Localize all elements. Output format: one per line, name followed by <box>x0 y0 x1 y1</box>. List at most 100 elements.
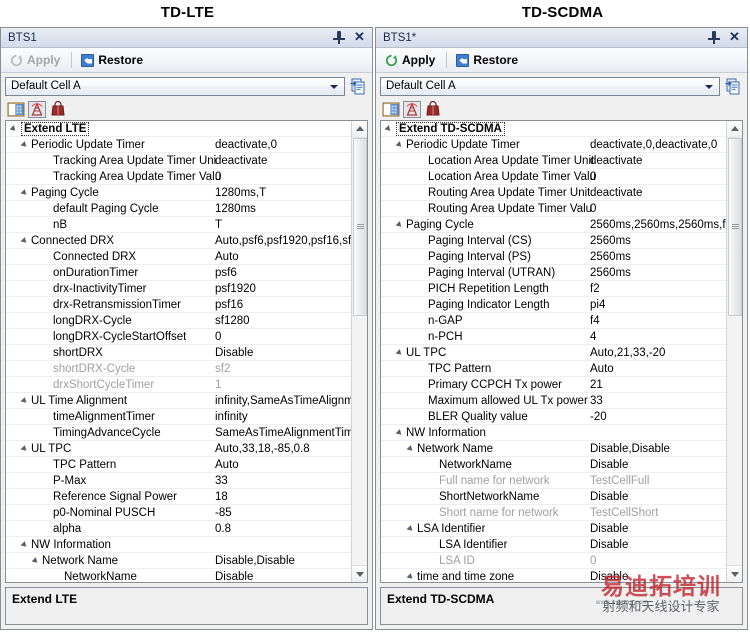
tree-row[interactable]: shortDRX-Cycle sf2 <box>6 361 351 377</box>
tree-row[interactable]: BLER Quality value -20 <box>381 409 726 425</box>
expand-collapse-icon[interactable] <box>31 553 42 569</box>
expand-collapse-icon[interactable] <box>20 537 31 553</box>
bag-icon[interactable] <box>424 100 442 118</box>
close-icon[interactable]: ✕ <box>729 30 741 44</box>
tree-row[interactable]: Paging Cycle 1280ms,T <box>6 185 351 201</box>
tree-row[interactable]: Connected DRX Auto <box>6 249 351 265</box>
grid-icon[interactable] <box>7 101 25 118</box>
pin-icon[interactable] <box>708 31 720 44</box>
tree-row[interactable]: Primary CCPCH Tx power 21 <box>381 377 726 393</box>
tree-row[interactable]: Full name for network TestCellFull <box>381 473 726 489</box>
tree-row[interactable]: ShortNetworkName Disable <box>381 489 726 505</box>
expand-collapse-icon[interactable] <box>20 185 31 201</box>
copy-settings-icon[interactable] <box>349 77 368 96</box>
tree-row[interactable]: Tracking Area Update Timer Valu 0 <box>6 169 351 185</box>
tree-row[interactable]: Paging Cycle 2560ms,2560ms,2560ms,f2,pi4 <box>381 217 726 233</box>
tree-row[interactable]: TimingAdvanceCycle SameAsTimeAlignmentTim… <box>6 425 351 441</box>
property-tree-left[interactable]: Extend LTE Periodic Update Timer deactivat… <box>6 121 351 582</box>
tree-row[interactable]: Extend TD-SCDMA <box>381 121 726 137</box>
tree-row[interactable]: drx-InactivityTimer psf1920 <box>6 281 351 297</box>
tree-row[interactable]: p0-Nominal PUSCH -85 <box>6 505 351 521</box>
tree-row[interactable]: TPC Pattern Auto <box>381 361 726 377</box>
expand-collapse-icon[interactable] <box>395 345 406 361</box>
tree-row[interactable]: Connected DRX Auto,psf6,psf1920,psf16,sf1… <box>6 233 351 249</box>
tree-row[interactable]: Paging Interval (CS) 2560ms <box>381 233 726 249</box>
tree-row[interactable]: longDRX-Cycle sf1280 <box>6 313 351 329</box>
tree-row[interactable]: Periodic Update Timer deactivate,0,deacti… <box>381 137 726 153</box>
tree-row[interactable]: Paging Indicator Length pi4 <box>381 297 726 313</box>
expand-collapse-icon[interactable] <box>395 217 406 233</box>
scroll-up-button[interactable] <box>352 121 367 138</box>
tree-row[interactable]: P-Max 33 <box>6 473 351 489</box>
tree-row[interactable]: UL Time Alignment infinity,SameAsTimeAlig… <box>6 393 351 409</box>
tree-row[interactable]: LSA Identifier Disable <box>381 537 726 553</box>
copy-settings-icon[interactable] <box>724 77 743 96</box>
tree-scrollbar-left[interactable] <box>351 121 367 582</box>
tree-row[interactable]: onDurationTimer psf6 <box>6 265 351 281</box>
restore-button[interactable]: Restore <box>78 52 148 68</box>
expand-collapse-icon[interactable] <box>384 121 395 137</box>
tree-row[interactable]: n-GAP f4 <box>381 313 726 329</box>
tree-row[interactable]: NetworkName Disable <box>6 569 351 583</box>
antenna-icon[interactable] <box>28 101 46 118</box>
cell-select[interactable]: Default Cell A <box>380 76 720 96</box>
tree-row[interactable]: Tracking Area Update Timer Uni deactivate <box>6 153 351 169</box>
scroll-thumb[interactable] <box>353 138 367 316</box>
scroll-down-button[interactable] <box>727 565 742 582</box>
property-tree-right[interactable]: Extend TD-SCDMA Periodic Update Timer deac… <box>381 121 726 582</box>
bag-icon[interactable] <box>49 100 67 118</box>
tree-row[interactable]: Routing Area Update Timer Valu 0 <box>381 201 726 217</box>
tree-row[interactable]: Extend LTE <box>6 121 351 137</box>
tree-scrollbar-right[interactable] <box>726 121 742 582</box>
restore-button[interactable]: Restore <box>453 52 523 68</box>
expand-collapse-icon[interactable] <box>406 441 417 457</box>
tree-row[interactable]: Location Area Update Timer Unit deactivat… <box>381 153 726 169</box>
scroll-up-button[interactable] <box>727 121 742 138</box>
tree-row[interactable]: TPC Pattern Auto <box>6 457 351 473</box>
tree-row[interactable]: Paging Interval (PS) 2560ms <box>381 249 726 265</box>
scroll-down-button[interactable] <box>352 565 367 582</box>
tree-row[interactable]: longDRX-CycleStartOffset 0 <box>6 329 351 345</box>
expand-collapse-icon[interactable] <box>20 233 31 249</box>
apply-button[interactable]: Apply <box>7 52 65 68</box>
tree-row[interactable]: drxShortCycleTimer 1 <box>6 377 351 393</box>
tree-row[interactable]: Routing Area Update Timer Unit deactivate <box>381 185 726 201</box>
expand-collapse-icon[interactable] <box>20 441 31 457</box>
tree-row[interactable]: Maximum allowed UL Tx power 33 <box>381 393 726 409</box>
cell-select[interactable]: Default Cell A <box>5 76 345 96</box>
tree-row[interactable]: UL TPC Auto,21,33,-20 <box>381 345 726 361</box>
tree-row[interactable]: LSA ID 0 <box>381 553 726 569</box>
tree-row[interactable]: nB T <box>6 217 351 233</box>
tree-row[interactable]: n-PCH 4 <box>381 329 726 345</box>
tree-row[interactable]: time and time zone Disable <box>381 569 726 583</box>
tree-row[interactable]: PICH Repetition Length f2 <box>381 281 726 297</box>
apply-button[interactable]: Apply <box>382 52 440 68</box>
tree-row[interactable]: LSA Identifier Disable <box>381 521 726 537</box>
tree-row[interactable]: Short name for network TestCellShort <box>381 505 726 521</box>
tree-row[interactable]: Network Name Disable,Disable <box>381 441 726 457</box>
expand-collapse-icon[interactable] <box>395 425 406 441</box>
expand-collapse-icon[interactable] <box>20 393 31 409</box>
tree-row[interactable]: NW Information <box>6 537 351 553</box>
scroll-thumb[interactable] <box>728 138 742 316</box>
close-icon[interactable]: ✕ <box>354 30 366 44</box>
expand-collapse-icon[interactable] <box>406 521 417 537</box>
grid-icon[interactable] <box>382 101 400 118</box>
tree-row[interactable]: Reference Signal Power 18 <box>6 489 351 505</box>
tree-row[interactable]: NetworkName Disable <box>381 457 726 473</box>
expand-collapse-icon[interactable] <box>406 569 417 583</box>
tree-row[interactable]: Paging Interval (UTRAN) 2560ms <box>381 265 726 281</box>
tree-row[interactable]: NW Information <box>381 425 726 441</box>
tree-row[interactable]: Periodic Update Timer deactivate,0 <box>6 137 351 153</box>
tree-row[interactable]: Network Name Disable,Disable <box>6 553 351 569</box>
expand-collapse-icon[interactable] <box>20 137 31 153</box>
tree-row[interactable]: UL TPC Auto,33,18,-85,0.8 <box>6 441 351 457</box>
expand-collapse-icon[interactable] <box>395 137 406 153</box>
tree-row[interactable]: Location Area Update Timer Valu 0 <box>381 169 726 185</box>
tree-row[interactable]: timeAlignmentTimer infinity <box>6 409 351 425</box>
tree-row[interactable]: default Paging Cycle 1280ms <box>6 201 351 217</box>
tree-row[interactable]: drx-RetransmissionTimer psf16 <box>6 297 351 313</box>
tree-row[interactable]: shortDRX Disable <box>6 345 351 361</box>
tree-row[interactable]: alpha 0.8 <box>6 521 351 537</box>
expand-collapse-icon[interactable] <box>9 121 20 137</box>
